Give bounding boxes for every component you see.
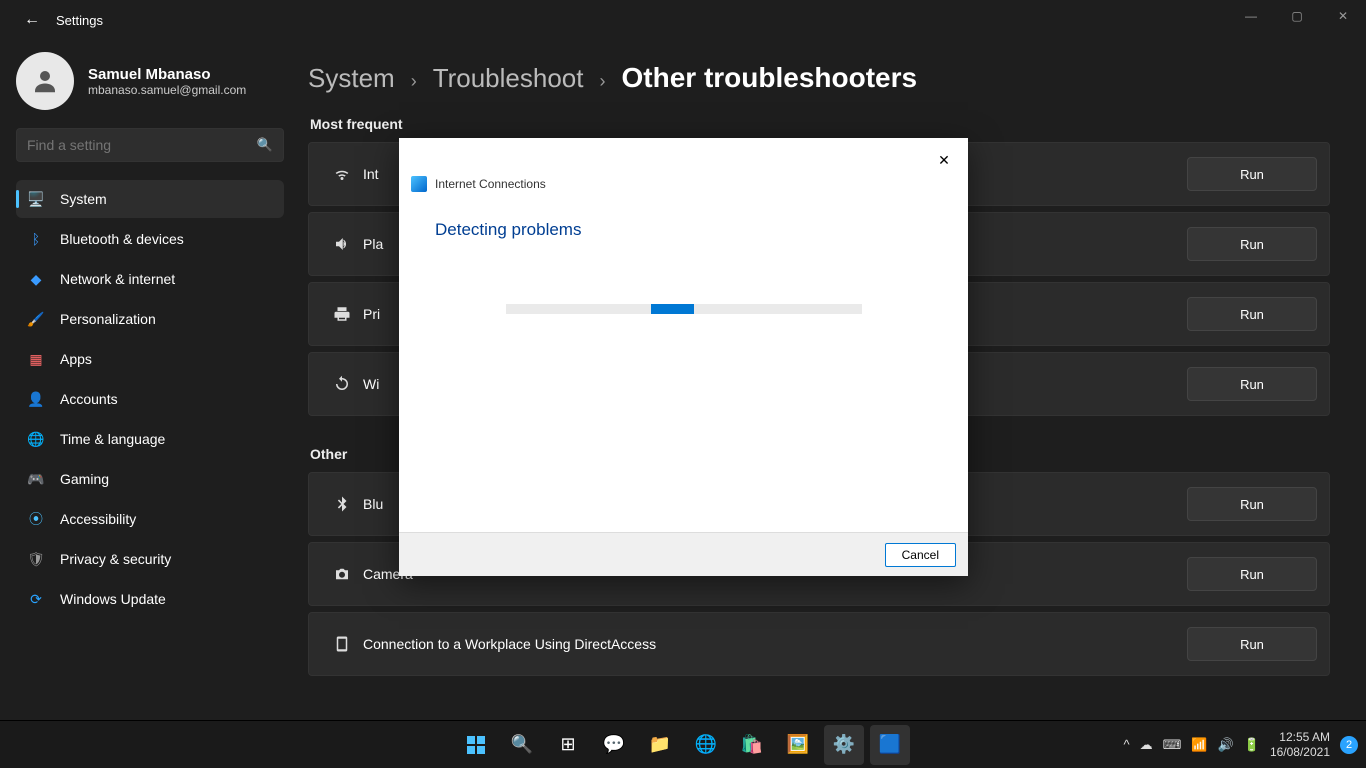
modal-overlay: ✕ Internet Connections Detecting problem… [0, 0, 1366, 720]
dialog-icon [411, 176, 427, 192]
task-view-icon[interactable]: ⊞ [548, 725, 588, 765]
progress-bar [506, 304, 862, 314]
dialog-title: Internet Connections [435, 177, 546, 191]
clock-time: 12:55 AM [1270, 730, 1330, 744]
edge-icon[interactable]: 🌐 [686, 725, 726, 765]
troubleshooter-dialog: ✕ Internet Connections Detecting problem… [399, 138, 968, 576]
battery-icon[interactable]: 🔋 [1244, 737, 1260, 753]
taskbar-search-icon[interactable]: 🔍 [502, 725, 542, 765]
clock[interactable]: 12:55 AM 16/08/2021 [1270, 730, 1330, 759]
file-explorer-icon[interactable]: 📁 [640, 725, 680, 765]
cancel-button[interactable]: Cancel [885, 543, 956, 567]
store-icon[interactable]: 🛍️ [732, 725, 772, 765]
start-button[interactable] [456, 725, 496, 765]
volume-icon[interactable]: 🔊 [1218, 737, 1234, 753]
app-taskbar-icon[interactable]: 🟦 [870, 725, 910, 765]
chat-icon[interactable]: 💬 [594, 725, 634, 765]
dialog-headline: Detecting problems [399, 192, 968, 240]
photos-icon[interactable]: 🖼️ [778, 725, 818, 765]
tray-chevron-icon[interactable]: ^ [1124, 737, 1130, 752]
wifi-icon[interactable]: 📶 [1191, 737, 1207, 753]
taskbar: 🔍 ⊞ 💬 📁 🌐 🛍️ 🖼️ ⚙️ 🟦 ^ ☁ ⌨ 📶 🔊 🔋 12:55 A… [0, 720, 1366, 768]
notification-badge[interactable]: 2 [1340, 736, 1358, 754]
close-icon[interactable]: ✕ [930, 146, 958, 174]
clock-date: 16/08/2021 [1270, 745, 1330, 759]
keyboard-icon[interactable]: ⌨ [1163, 737, 1182, 753]
onedrive-icon[interactable]: ☁ [1140, 737, 1153, 753]
settings-taskbar-icon[interactable]: ⚙️ [824, 725, 864, 765]
